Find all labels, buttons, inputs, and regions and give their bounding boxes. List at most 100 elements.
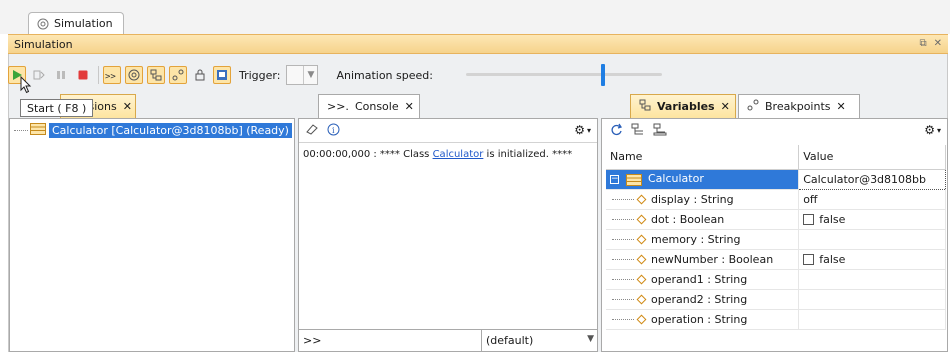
- console-input[interactable]: >>: [299, 329, 481, 351]
- collapse-icon[interactable]: −: [610, 174, 619, 184]
- target-icon: [128, 69, 140, 81]
- chevron-down-icon: ▼: [303, 66, 317, 84]
- tab-console[interactable]: >>. Console ✕: [318, 94, 420, 118]
- close-icon[interactable]: ✕: [721, 100, 730, 113]
- lock-button[interactable]: [191, 66, 209, 84]
- animation-speed-thumb[interactable]: [601, 64, 606, 86]
- variable-value-cell: false: [798, 209, 946, 230]
- simulation-outer-tab[interactable]: Simulation: [28, 12, 124, 34]
- variable-name: memory : String: [651, 232, 741, 246]
- variables-tab-label: Variables: [657, 100, 715, 113]
- pause-button[interactable]: [52, 66, 70, 84]
- chevron-down-icon: ▾: [936, 125, 941, 135]
- table-row[interactable]: dot : Boolean false: [606, 209, 946, 230]
- variable-value[interactable]: [798, 289, 946, 310]
- table-row[interactable]: memory : String: [606, 229, 946, 250]
- table-row[interactable]: display : String off: [606, 189, 946, 210]
- simulation-icon: [37, 18, 49, 30]
- variable-name: operand1 : String: [651, 272, 748, 286]
- chevron-down-icon: ▼: [587, 334, 594, 344]
- checkbox[interactable]: [803, 214, 815, 225]
- session-item[interactable]: Calculator [Calculator@3d8108bb] (Ready): [14, 123, 292, 138]
- column-header-value[interactable]: Value: [798, 145, 946, 170]
- variable-value-cell: false: [798, 249, 946, 270]
- variable-value: false: [819, 252, 846, 266]
- checkbox[interactable]: [803, 254, 815, 265]
- console-message: 00:00:00,000 : **** Class Calculator is …: [303, 149, 572, 160]
- table-row[interactable]: operation : String: [606, 309, 946, 330]
- variable-name: newNumber : Boolean: [651, 252, 774, 266]
- context-select[interactable]: (default) ▼: [481, 329, 598, 351]
- console-toggle-button[interactable]: >>: [103, 66, 121, 84]
- console-tab-icon: >>.: [327, 100, 349, 113]
- class-icon: [30, 123, 46, 138]
- refresh-icon[interactable]: [610, 123, 623, 139]
- image-icon: [217, 70, 227, 80]
- variables-panel: ⚙ ▾ Name Value − Calculator Calculator@3…: [601, 118, 948, 352]
- animation-toggle-button[interactable]: [125, 66, 143, 84]
- close-icon[interactable]: ✕: [837, 100, 846, 113]
- chevron-down-icon: ▾: [586, 125, 591, 135]
- variables-options[interactable]: ⚙ ▾: [924, 123, 941, 137]
- console-tab-label: Console: [354, 100, 399, 113]
- tooltip-text: Start ( F8 ): [27, 101, 87, 115]
- property-icon: [636, 254, 647, 265]
- outer-tab-strip: Simulation: [0, 0, 950, 34]
- variable-name: operation : String: [651, 312, 748, 326]
- trigger-label: Trigger:: [239, 68, 281, 82]
- expand-all-icon[interactable]: [631, 123, 645, 139]
- root-name: Calculator: [648, 172, 704, 186]
- console-options[interactable]: ⚙ ▾: [574, 123, 591, 137]
- variable-value[interactable]: [798, 229, 946, 250]
- close-icon[interactable]: ✕: [123, 100, 132, 113]
- variable-value[interactable]: off: [798, 189, 946, 210]
- tab-breakpoints[interactable]: Breakpoints ✕: [738, 94, 860, 118]
- variables-icon: [150, 69, 162, 81]
- breakpoint-icon: [747, 99, 759, 114]
- sessions-panel: Calculator [Calculator@3d8108bb] (Ready): [9, 118, 295, 352]
- image-export-button[interactable]: [213, 66, 231, 84]
- console-prompt: >>: [303, 334, 322, 347]
- property-icon: [636, 214, 647, 225]
- window-title-bar: Simulation ⧉ ✕: [8, 34, 948, 54]
- tab-variables[interactable]: Variables ✕: [630, 94, 736, 118]
- trigger-select[interactable]: ▼: [286, 65, 319, 85]
- console-icon: >>: [105, 72, 116, 81]
- variables-toggle-button[interactable]: [147, 66, 165, 84]
- info-icon[interactable]: i: [327, 123, 340, 139]
- eraser-icon[interactable]: [305, 123, 319, 138]
- close-icon[interactable]: ✕: [405, 100, 414, 113]
- gear-icon: ⚙: [924, 123, 935, 137]
- close-window-icon[interactable]: ✕: [934, 38, 942, 49]
- variable-value[interactable]: [798, 309, 946, 330]
- collapse-all-icon[interactable]: [653, 123, 667, 139]
- property-icon: [636, 294, 647, 305]
- breakpoints-tab-label: Breakpoints: [765, 100, 831, 113]
- root-value[interactable]: Calculator@3d8108bb: [798, 168, 946, 190]
- restore-icon[interactable]: ⧉: [919, 38, 926, 49]
- variable-name: dot : Boolean: [651, 212, 725, 226]
- table-row[interactable]: operand1 : String: [606, 269, 946, 290]
- console-class-link[interactable]: Calculator: [433, 149, 484, 160]
- root-name-cell: − Calculator: [606, 169, 800, 190]
- table-row[interactable]: operand2 : String: [606, 289, 946, 310]
- stop-button[interactable]: [74, 66, 92, 84]
- lock-icon: [195, 69, 205, 81]
- step-into-button[interactable]: [30, 66, 48, 84]
- column-header-name[interactable]: Name: [606, 145, 800, 170]
- animation-speed-track[interactable]: [466, 73, 662, 76]
- table-row-root[interactable]: − Calculator Calculator@3d8108bb: [606, 168, 946, 190]
- variables-tab-icon: [639, 99, 651, 114]
- variable-value: false: [819, 212, 846, 226]
- console-message-prefix: 00:00:00,000 : **** Class: [303, 149, 433, 160]
- variable-value[interactable]: [798, 269, 946, 290]
- table-row[interactable]: newNumber : Boolean false: [606, 249, 946, 270]
- console-panel: i ⚙ ▾ 00:00:00,000 : **** Class Calculat…: [298, 118, 598, 352]
- console-message-suffix: is initialized. ****: [483, 149, 573, 160]
- simulation-outer-tab-label: Simulation: [54, 17, 113, 30]
- svg-text:i: i: [332, 126, 335, 135]
- breakpoints-toggle-button[interactable]: [169, 66, 187, 84]
- breakpoint-icon: [172, 69, 184, 81]
- property-icon: [636, 194, 647, 205]
- class-icon: [625, 173, 646, 186]
